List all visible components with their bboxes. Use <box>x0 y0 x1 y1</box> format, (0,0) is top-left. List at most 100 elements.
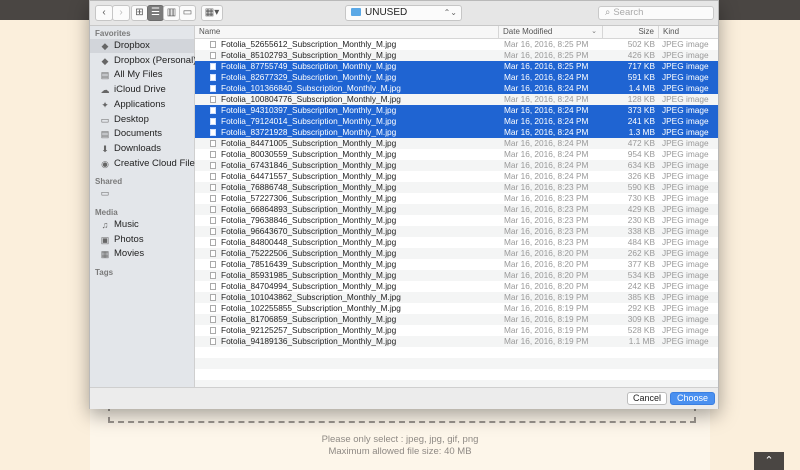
sidebar-item[interactable]: ♫ Music <box>90 218 194 232</box>
file-row[interactable]: Fotolia_79638846_Subscription_Monthly_M.… <box>195 215 718 226</box>
file-row[interactable]: Fotolia_94310397_Subscription_Monthly_M.… <box>195 105 718 116</box>
file-row[interactable]: Fotolia_75222506_Subscription_Monthly_M.… <box>195 248 718 259</box>
sidebar-item-label: Documents <box>114 128 163 140</box>
location-popup[interactable]: UNUSED ⌃⌄ <box>345 5 462 21</box>
file-size: 429 KB <box>627 204 655 214</box>
sidebar-item[interactable]: ▣ Photos <box>90 233 194 247</box>
file-size: 484 KB <box>627 237 655 247</box>
file-list[interactable]: Name Date Modified ⌄ Size Kind Fotolia_52… <box>195 26 718 387</box>
file-row[interactable]: Fotolia_76886748_Subscription_Monthly_M.… <box>195 182 718 193</box>
list-view-button[interactable]: ☰ <box>147 5 164 21</box>
file-name: Fotolia_76886748_Subscription_Monthly_M.… <box>221 182 397 192</box>
file-size: 373 KB <box>627 105 655 115</box>
choose-button[interactable]: Choose <box>670 392 715 405</box>
file-row[interactable]: Fotolia_84704994_Subscription_Monthly_M.… <box>195 281 718 292</box>
file-row[interactable]: Fotolia_84800448_Subscription_Monthly_M.… <box>195 237 718 248</box>
sidebar-item[interactable]: ▦ Movies <box>90 247 194 261</box>
jpeg-file-icon <box>210 107 216 114</box>
cover-flow-button[interactable]: ▭ <box>179 5 196 21</box>
file-date: Mar 16, 2016, 8:24 PM <box>504 138 589 148</box>
file-name: Fotolia_102255855_Subscription_Monthly_M… <box>221 303 401 313</box>
file-kind: JPEG image <box>662 39 709 49</box>
file-row[interactable]: Fotolia_101366840_Subscription_Monthly_M… <box>195 83 718 94</box>
file-row[interactable]: Fotolia_101043862_Subscription_Monthly_M… <box>195 292 718 303</box>
sidebar-item-label: Photos <box>114 233 144 245</box>
back-button[interactable]: ‹ <box>95 5 113 21</box>
file-row[interactable]: Fotolia_52655612_Subscription_Monthly_M.… <box>195 39 718 50</box>
file-row[interactable]: Fotolia_81706859_Subscription_Monthly_M.… <box>195 314 718 325</box>
file-row[interactable]: Fotolia_85102793_Subscription_Monthly_M.… <box>195 50 718 61</box>
file-kind: JPEG image <box>662 138 709 148</box>
file-name: Fotolia_78516439_Subscription_Monthly_M.… <box>221 259 397 269</box>
file-kind: JPEG image <box>662 215 709 225</box>
file-row[interactable]: Fotolia_87755749_Subscription_Monthly_M.… <box>195 61 718 72</box>
file-kind: JPEG image <box>662 270 709 280</box>
sidebar-item[interactable]: ◆ Dropbox (Personal) <box>90 54 197 68</box>
file-row[interactable]: Fotolia_79124014_Subscription_Monthly_M.… <box>195 116 718 127</box>
sidebar-item-label: Movies <box>114 248 145 260</box>
sidebar-item[interactable]: ◆ Dropbox <box>90 39 194 53</box>
arrange-button[interactable]: ▦▾ <box>201 5 223 21</box>
file-row[interactable]: Fotolia_85931985_Subscription_Monthly_M.… <box>195 270 718 281</box>
file-size: 292 KB <box>627 303 655 313</box>
file-name: Fotolia_100804776_Subscription_Monthly_M… <box>221 94 401 104</box>
jpeg-file-icon <box>210 316 216 323</box>
sidebar-item[interactable]: ▤ All My Files <box>90 68 194 82</box>
file-date: Mar 16, 2016, 8:24 PM <box>504 105 589 115</box>
sidebar-item-label: iCloud Drive <box>114 84 166 96</box>
file-row[interactable]: Fotolia_94189136_Subscription_Monthly_M.… <box>195 336 718 347</box>
file-row[interactable]: Fotolia_100804776_Subscription_Monthly_M… <box>195 94 718 105</box>
search-input[interactable]: ⌕ Search <box>598 6 714 20</box>
applications-icon: ✦ <box>101 99 109 110</box>
file-row[interactable]: Fotolia_82677329_Subscription_Monthly_M.… <box>195 72 718 83</box>
sidebar-item-label: Dropbox <box>114 40 150 51</box>
file-kind: JPEG image <box>662 226 709 236</box>
file-row[interactable]: Fotolia_67431846_Subscription_Monthly_M.… <box>195 160 718 171</box>
file-kind: JPEG image <box>662 94 709 104</box>
sidebar-item[interactable]: ☁ iCloud Drive <box>90 83 194 97</box>
sidebar-item-label: Applications <box>114 98 166 110</box>
location-label: UNUSED <box>365 7 408 18</box>
sidebar: Favorites ◆ Dropbox ◆ Dropbox (Personal) ▤ Al… <box>90 26 200 387</box>
column-view-button[interactable]: ▥ <box>163 5 180 21</box>
column-header-kind[interactable]: Kind <box>659 26 718 38</box>
file-kind: JPEG image <box>662 193 709 203</box>
jpeg-file-icon <box>210 184 216 191</box>
file-date: Mar 16, 2016, 8:19 PM <box>504 336 589 346</box>
scroll-to-top-button[interactable]: ⌃ <box>754 452 784 470</box>
forward-button[interactable]: › <box>112 5 130 21</box>
sidebar-item-shared-computer[interactable]: ▭ <box>90 186 194 200</box>
file-row[interactable]: Fotolia_96643670_Subscription_Monthly_M.… <box>195 226 718 237</box>
sidebar-item[interactable]: ⬇ Downloads <box>90 142 194 156</box>
sidebar-item[interactable]: ▤ Documents <box>90 127 194 141</box>
icon-view-button[interactable]: ⊞ <box>131 5 148 21</box>
column-header-name[interactable]: Name <box>195 26 499 38</box>
file-size: 954 KB <box>627 149 655 159</box>
file-row[interactable]: Fotolia_102255855_Subscription_Monthly_M… <box>195 303 718 314</box>
column-header-date[interactable]: Date Modified ⌄ <box>499 26 603 38</box>
file-size: 730 KB <box>627 193 655 203</box>
photos-icon: ▣ <box>100 234 110 245</box>
file-row[interactable]: Fotolia_78516439_Subscription_Monthly_M.… <box>195 259 718 270</box>
sidebar-item[interactable]: ▭ Desktop <box>90 113 194 127</box>
file-row[interactable]: Fotolia_80030559_Subscription_Monthly_M.… <box>195 149 718 160</box>
sidebar-item[interactable]: ✦ Applications <box>90 98 194 112</box>
file-row[interactable]: Fotolia_92125257_Subscription_Monthly_M.… <box>195 325 718 336</box>
column-header-size[interactable]: Size <box>603 26 659 38</box>
file-name: Fotolia_66864893_Subscription_Monthly_M.… <box>221 204 397 214</box>
file-row[interactable]: Fotolia_84471005_Subscription_Monthly_M.… <box>195 138 718 149</box>
list-header: Name Date Modified ⌄ Size Kind <box>195 26 718 39</box>
file-row[interactable]: Fotolia_83721928_Subscription_Monthly_M.… <box>195 127 718 138</box>
file-size: 590 KB <box>627 182 655 192</box>
cancel-button[interactable]: Cancel <box>627 392 667 405</box>
file-row[interactable]: Fotolia_66864893_Subscription_Monthly_M.… <box>195 204 718 215</box>
file-size: 426 KB <box>627 50 655 60</box>
file-row[interactable]: Fotolia_64471557_Subscription_Monthly_M.… <box>195 171 718 182</box>
sidebar-item[interactable]: ◉ Creative Cloud Files <box>90 157 199 171</box>
file-kind: JPEG image <box>662 303 709 313</box>
file-kind: JPEG image <box>662 61 709 71</box>
sidebar-item-label: Music <box>114 219 139 230</box>
file-kind: JPEG image <box>662 204 709 214</box>
file-row[interactable]: Fotolia_57227306_Subscription_Monthly_M.… <box>195 193 718 204</box>
cloud-icon: ☁ <box>100 85 110 96</box>
